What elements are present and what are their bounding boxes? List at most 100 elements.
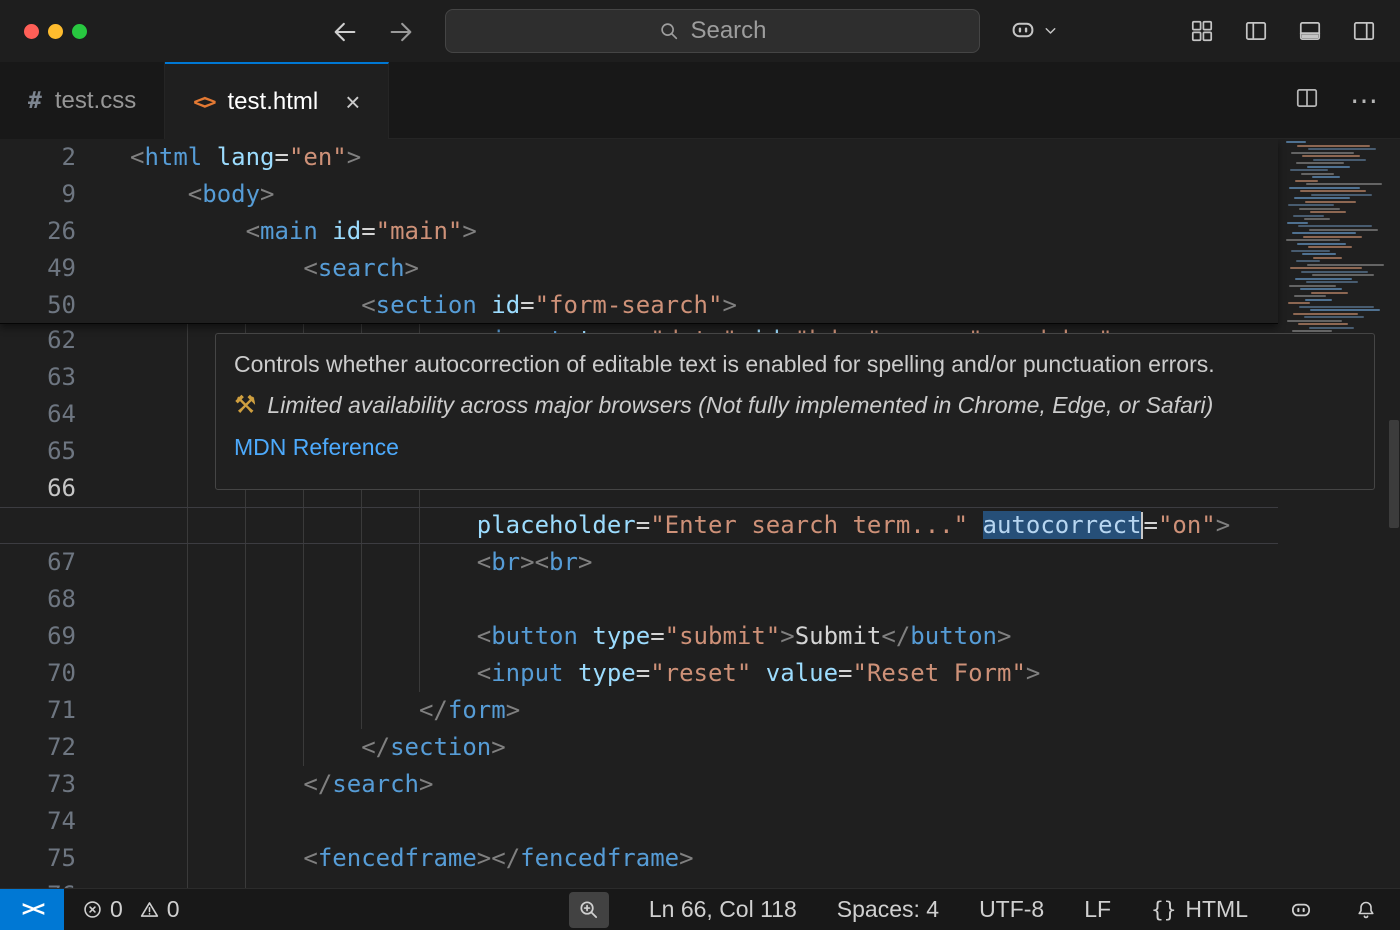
code-text: placeholder="Enter search term..." autoc…: [100, 508, 1278, 543]
line-number: 75: [0, 840, 100, 877]
remote-indicator-button[interactable]: ><: [0, 889, 64, 930]
customize-layout-button[interactable]: [1188, 17, 1216, 45]
line-number: 62: [0, 322, 100, 359]
eol: LF: [1084, 896, 1111, 923]
line-number: [0, 508, 100, 543]
sidebar-left-icon: [1243, 18, 1269, 44]
hover-availability-text: Limited availability across major browse…: [267, 390, 1213, 420]
code-text: <html lang="en">: [100, 139, 1278, 176]
code-line[interactable]: 71 </form>: [0, 692, 1278, 729]
tab-test-html[interactable]: <> test.html ×: [165, 62, 389, 139]
toggle-secondary-sidebar-button[interactable]: [1350, 17, 1378, 45]
eol-button[interactable]: LF: [1084, 896, 1111, 923]
code-text: <br><br>: [100, 544, 1278, 581]
line-number: 65: [0, 433, 100, 470]
tab-label: test.css: [55, 87, 136, 115]
hover-description: Controls whether autocorrection of edita…: [234, 349, 1356, 379]
search-icon: [658, 20, 680, 42]
copilot-icon: [1008, 15, 1038, 45]
chevron-down-icon: [1042, 22, 1059, 39]
back-arrow-icon: [331, 18, 359, 46]
go-back-button[interactable]: [330, 17, 360, 47]
code-line[interactable]: 72 </section>: [0, 729, 1278, 766]
title-bar: Search: [0, 0, 1400, 62]
line-number: 66: [0, 470, 100, 507]
line-number: 70: [0, 655, 100, 692]
indentation: Spaces: 4: [837, 896, 939, 923]
encoding: UTF-8: [979, 896, 1044, 923]
code-text: <body>: [100, 176, 1278, 213]
copilot-menu-button[interactable]: [1008, 15, 1059, 45]
editor-more-actions-button[interactable]: ⋯: [1350, 84, 1378, 117]
sidebar-right-icon: [1351, 18, 1377, 44]
code-text: <button type="submit">Submit</button>: [100, 618, 1278, 655]
code-text: [100, 803, 1278, 840]
toggle-primary-sidebar-button[interactable]: [1242, 17, 1270, 45]
code-line[interactable]: 49 <search>: [0, 250, 1278, 287]
code-text: <section id="form-search">: [100, 287, 1278, 324]
line-number: 50: [0, 287, 100, 324]
layout-grid-icon: [1189, 18, 1215, 44]
code-line[interactable]: 70 <input type="reset" value="Reset Form…: [0, 655, 1278, 692]
window-controls: [24, 24, 87, 39]
copilot-status-icon: [1288, 897, 1314, 923]
copilot-status-button[interactable]: [1288, 897, 1314, 923]
warning-count: 0: [167, 896, 180, 923]
zoom-button[interactable]: [569, 892, 609, 928]
editor[interactable]: 62 <input type="date" id="bday" name="us…: [0, 139, 1400, 888]
problems-button[interactable]: 0 0: [82, 896, 180, 923]
notifications-button[interactable]: [1354, 898, 1378, 922]
line-number: 74: [0, 803, 100, 840]
close-window-button[interactable]: [24, 24, 39, 39]
line-number: 68: [0, 581, 100, 618]
search-placeholder: Search: [690, 17, 766, 45]
tab-bar: # test.css <> test.html × ⋯: [0, 62, 1400, 139]
mdn-reference-link[interactable]: MDN Reference: [234, 434, 399, 460]
bell-icon: [1354, 898, 1378, 922]
encoding-button[interactable]: UTF-8: [979, 896, 1044, 923]
language-mode-button[interactable]: {} HTML: [1151, 896, 1248, 923]
css-file-icon: #: [28, 88, 42, 114]
hover-tooltip: Controls whether autocorrection of edita…: [215, 333, 1375, 490]
language-mode: HTML: [1185, 896, 1248, 923]
cursor-position: Ln 66, Col 118: [649, 896, 797, 923]
braces-icon: {}: [1151, 898, 1176, 922]
code-line[interactable]: 73 </search>: [0, 766, 1278, 803]
vscode-window: Search: [0, 0, 1400, 930]
go-forward-button[interactable]: [386, 17, 416, 47]
code-line[interactable]: 68: [0, 581, 1278, 618]
line-number: 26: [0, 213, 100, 250]
remote-icon: ><: [22, 897, 43, 922]
code-line[interactable]: 9 <body>: [0, 176, 1278, 213]
code-text: <fencedframe></fencedframe>: [100, 840, 1278, 877]
error-count: 0: [110, 896, 123, 923]
search-input[interactable]: Search: [445, 9, 980, 53]
forward-arrow-icon: [387, 18, 415, 46]
split-editor-button[interactable]: [1294, 85, 1320, 116]
code-line[interactable]: 69 <button type="submit">Submit</button>: [0, 618, 1278, 655]
code-line[interactable]: placeholder="Enter search term..." autoc…: [0, 507, 1278, 544]
code-line[interactable]: 26 <main id="main">: [0, 213, 1278, 250]
maximize-window-button[interactable]: [72, 24, 87, 39]
sticky-scroll[interactable]: 2<html lang="en">9 <body>26 <main id="ma…: [0, 139, 1278, 324]
code-line[interactable]: 2<html lang="en">: [0, 139, 1278, 176]
toggle-panel-button[interactable]: [1296, 17, 1324, 45]
code-text: </form>: [100, 692, 1278, 729]
close-tab-button[interactable]: ×: [345, 89, 360, 115]
line-number: 63: [0, 359, 100, 396]
minimap[interactable]: [1286, 141, 1386, 351]
scrollbar-thumb[interactable]: [1389, 420, 1399, 528]
indentation-button[interactable]: Spaces: 4: [837, 896, 939, 923]
code-line[interactable]: 75 <fencedframe></fencedframe>: [0, 840, 1278, 877]
minimize-window-button[interactable]: [48, 24, 63, 39]
code-text: <main id="main">: [100, 213, 1278, 250]
code-text: [100, 581, 1278, 618]
code-line[interactable]: 74: [0, 803, 1278, 840]
split-editor-icon: [1294, 85, 1320, 111]
tab-test-css[interactable]: # test.css: [0, 62, 165, 139]
code-line[interactable]: 76: [0, 877, 1278, 888]
tab-label: test.html: [228, 88, 319, 116]
cursor-position-button[interactable]: Ln 66, Col 118: [649, 896, 797, 923]
code-line[interactable]: 67 <br><br>: [0, 544, 1278, 581]
code-line[interactable]: 50 <section id="form-search">: [0, 287, 1278, 324]
